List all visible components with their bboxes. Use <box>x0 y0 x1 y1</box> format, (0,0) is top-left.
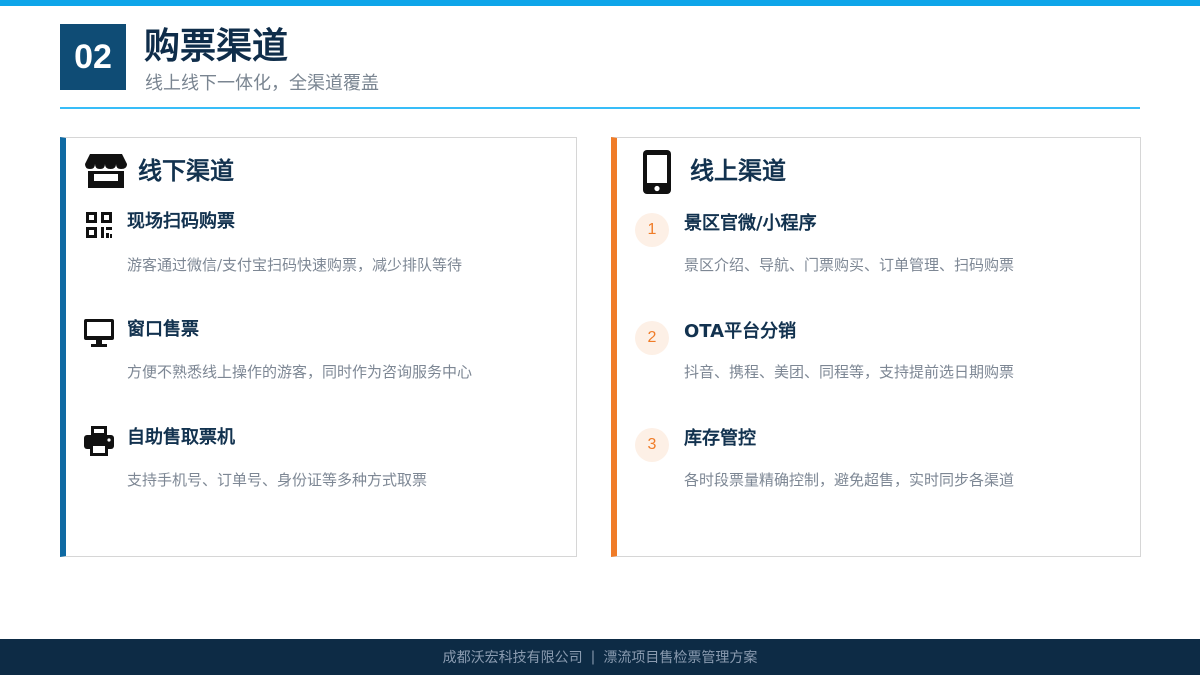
step-number-badge: 1 <box>635 213 669 247</box>
offline-item-title: 窗口售票 <box>127 319 199 340</box>
offline-item-desc: 支持手机号、订单号、身份证等多种方式取票 <box>127 471 428 489</box>
page-title: 购票渠道 <box>144 25 289 67</box>
offline-item-desc: 方便不熟悉线上操作的游客，同时作为咨询服务中心 <box>127 363 473 381</box>
offline-item-title: 自助售取票机 <box>127 427 235 448</box>
online-item-title: 景区官微/小程序 <box>684 213 817 234</box>
online-item-desc: 各时段票量精确控制，避免超售，实时同步各渠道 <box>684 471 1015 489</box>
page-subtitle: 线上线下一体化，全渠道覆盖 <box>145 73 379 94</box>
offline-channel-panel: 线下渠道 现场扫码购票 游客通过微信/支付宝扫码快速购票，减少排队等待 窗口售票… <box>60 137 577 557</box>
qr-code-icon <box>86 212 112 238</box>
offline-panel-title: 线下渠道 <box>138 157 234 185</box>
header-divider <box>60 107 1140 109</box>
offline-item-title: 现场扫码购票 <box>127 211 235 232</box>
online-channel-panel: 线上渠道 1 景区官微/小程序 景区介绍、导航、门票购买、订单管理、扫码购票 2… <box>611 137 1141 557</box>
online-panel-title: 线上渠道 <box>690 157 786 185</box>
monitor-icon <box>84 319 114 347</box>
step-number-badge: 3 <box>635 428 669 462</box>
online-item-title: 库存管控 <box>684 428 756 449</box>
top-accent-bar <box>0 0 1200 6</box>
footer-project: 漂流项目售检票管理方案 <box>603 650 758 666</box>
store-icon <box>85 154 127 188</box>
online-item-desc: 景区介绍、导航、门票购买、订单管理、扫码购票 <box>684 256 1015 274</box>
online-item-desc: 抖音、携程、美团、同程等，支持提前选日期购票 <box>684 363 1015 381</box>
offline-item-desc: 游客通过微信/支付宝扫码快速购票，减少排队等待 <box>127 256 463 274</box>
footer-separator: | <box>590 649 596 665</box>
step-number-badge: 2 <box>635 321 669 355</box>
section-number-badge: 02 <box>60 24 126 90</box>
mobile-phone-icon <box>643 150 671 194</box>
footer-company: 成都沃宏科技有限公司 <box>442 650 583 666</box>
online-item-title: OTA平台分销 <box>684 321 797 342</box>
printer-icon <box>84 426 114 456</box>
footer-bar: 成都沃宏科技有限公司 | 漂流项目售检票管理方案 <box>0 639 1200 675</box>
